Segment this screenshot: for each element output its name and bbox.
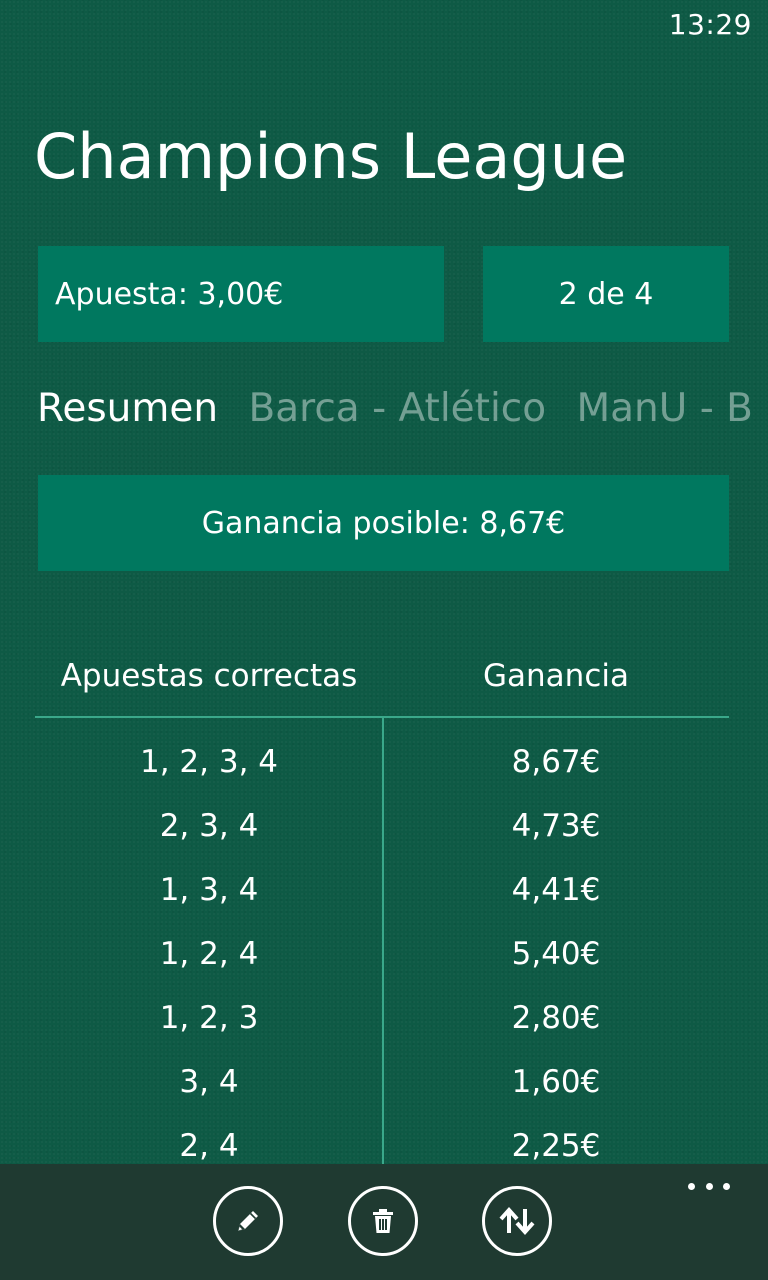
table-row: 1, 2, 3 2,80€ <box>35 986 729 1050</box>
header-winnings: Ganancia <box>483 658 629 694</box>
winnings-cell: 5,40€ <box>511 936 601 972</box>
correct-bets-cell: 1, 3, 4 <box>159 872 259 908</box>
results-table-header: Apuestas correctas Ganancia <box>35 658 729 694</box>
table-row: 1, 2, 4 5,40€ <box>35 922 729 986</box>
stake-button[interactable]: Apuesta: 3,00€ <box>38 246 444 342</box>
trash-icon <box>373 1209 393 1233</box>
status-bar-time: 13:29 <box>668 8 752 41</box>
page-title: Champions League <box>34 120 628 193</box>
dot <box>723 1182 730 1190</box>
pivot-item-barca-atletico[interactable]: Barca - Atlético <box>249 386 547 431</box>
correct-bets-cell: 2, 3, 4 <box>159 808 259 844</box>
correct-bets-cell: 3, 4 <box>179 1064 239 1100</box>
edit-button[interactable] <box>213 1186 283 1256</box>
winnings-cell: 2,25€ <box>511 1128 601 1164</box>
stake-label: Apuesta: 3,00€ <box>55 276 284 312</box>
possible-winnings-tile: Ganancia posible: 8,67€ <box>38 475 729 571</box>
delete-button[interactable] <box>348 1186 418 1256</box>
table-row: 1, 2, 3, 4 8,67€ <box>35 730 729 794</box>
pivot-item-manu[interactable]: ManU - B <box>577 386 753 431</box>
possible-winnings-label: Ganancia posible: 8,67€ <box>201 505 566 541</box>
winnings-cell: 4,41€ <box>511 872 601 908</box>
winnings-cell: 1,60€ <box>511 1064 601 1100</box>
header-correct-bets: Apuestas correctas <box>60 658 358 694</box>
winnings-cell: 8,67€ <box>511 744 601 780</box>
correct-bets-cell: 1, 2, 4 <box>159 936 259 972</box>
pivot-header: Resumen Barca - Atlético ManU - B <box>37 386 768 440</box>
correct-bets-cell: 1, 2, 3 <box>159 1000 259 1036</box>
pencil-icon <box>238 1211 258 1231</box>
table-row: 3, 4 1,60€ <box>35 1050 729 1114</box>
combination-label: 2 de 4 <box>558 276 654 312</box>
swap-arrows-icon <box>499 1206 535 1236</box>
winnings-cell: 2,80€ <box>511 1000 601 1036</box>
app-bar <box>0 1164 768 1280</box>
winnings-cell: 4,73€ <box>511 808 601 844</box>
correct-bets-cell: 2, 4 <box>179 1128 239 1164</box>
pivot-item-resumen[interactable]: Resumen <box>37 386 218 431</box>
correct-bets-cell: 1, 2, 3, 4 <box>139 744 279 780</box>
table-row: 1, 3, 4 4,41€ <box>35 858 729 922</box>
combination-button[interactable]: 2 de 4 <box>483 246 729 342</box>
ellipsis-icon[interactable] <box>688 1176 730 1196</box>
dot <box>688 1182 695 1190</box>
dot <box>705 1182 713 1190</box>
swap-button[interactable] <box>482 1186 552 1256</box>
table-row: 2, 3, 4 4,73€ <box>35 794 729 858</box>
results-table-body: 1, 2, 3, 4 8,67€ 2, 3, 4 4,73€ 1, 3, 4 4… <box>35 730 729 1178</box>
